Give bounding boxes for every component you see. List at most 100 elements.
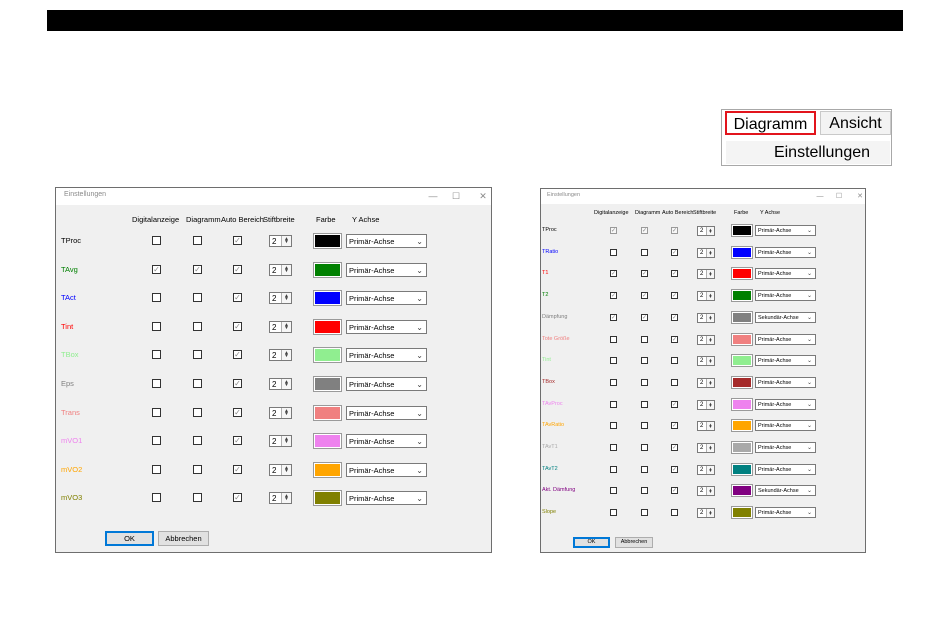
auto-checkbox[interactable]: ✓ (233, 293, 242, 302)
auto-checkbox[interactable]: ✓ (671, 401, 678, 408)
auto-checkbox[interactable]: ✓ (233, 493, 242, 502)
y-axis-select[interactable]: Primär-Achse ⌄ (346, 406, 427, 420)
auto-checkbox[interactable] (671, 357, 678, 364)
digital-checkbox[interactable] (610, 379, 617, 386)
chevron-down-icon[interactable]: ▼ (282, 297, 291, 302)
pen-width-stepper[interactable]: 2 ▲ ▼ (697, 226, 715, 236)
color-swatch[interactable] (731, 506, 753, 519)
y-axis-select[interactable]: Primär-Achse ⌄ (755, 507, 816, 518)
pen-width-stepper[interactable]: 2 ▲ ▼ (697, 269, 715, 279)
digital-checkbox[interactable] (152, 465, 161, 474)
auto-checkbox[interactable]: ✓ (233, 322, 242, 331)
chevron-down-icon[interactable]: ▼ (707, 230, 714, 234)
y-axis-select[interactable]: Primär-Achse ⌄ (346, 434, 427, 448)
digital-checkbox[interactable] (152, 436, 161, 445)
stepper-arrows[interactable]: ▲ ▼ (281, 408, 291, 418)
diagramm-checkbox[interactable] (193, 350, 202, 359)
color-swatch[interactable] (313, 376, 342, 392)
digital-checkbox[interactable]: ✓ (610, 314, 617, 321)
diagramm-checkbox[interactable] (193, 436, 202, 445)
diagramm-checkbox[interactable]: ✓ (641, 292, 648, 299)
diagramm-checkbox[interactable] (641, 336, 648, 343)
pen-width-stepper[interactable]: 2 ▲ ▼ (697, 486, 715, 496)
color-swatch[interactable] (731, 267, 753, 280)
diagramm-checkbox[interactable] (193, 408, 202, 417)
chevron-down-icon[interactable]: ▼ (707, 512, 714, 516)
stepper-arrows[interactable]: ▲ ▼ (281, 322, 291, 332)
diagramm-checkbox[interactable] (193, 493, 202, 502)
y-axis-select[interactable]: Primär-Achse ⌄ (755, 399, 816, 410)
digital-checkbox[interactable] (610, 401, 617, 408)
stepper-arrows[interactable]: ▲ ▼ (706, 336, 714, 344)
digital-checkbox[interactable] (152, 379, 161, 388)
digital-checkbox[interactable] (610, 422, 617, 429)
digital-checkbox[interactable] (152, 408, 161, 417)
auto-checkbox[interactable]: ✓ (233, 408, 242, 417)
ok-button[interactable]: OK (573, 537, 610, 548)
digital-checkbox[interactable] (610, 487, 617, 494)
auto-checkbox[interactable]: ✓ (233, 350, 242, 359)
digital-checkbox[interactable]: ✓ (610, 270, 617, 277)
stepper-arrows[interactable]: ▲ ▼ (706, 357, 714, 365)
chevron-down-icon[interactable]: ▼ (707, 469, 714, 473)
y-axis-select[interactable]: Primär-Achse ⌄ (755, 247, 816, 258)
stepper-arrows[interactable]: ▲ ▼ (706, 292, 714, 300)
y-axis-select[interactable]: Sekundär-Achse ⌄ (755, 485, 816, 496)
diagramm-checkbox[interactable] (193, 379, 202, 388)
pen-width-stepper[interactable]: 2 ▲ ▼ (269, 235, 292, 247)
auto-checkbox[interactable] (671, 379, 678, 386)
stepper-arrows[interactable]: ▲ ▼ (706, 379, 714, 387)
auto-checkbox[interactable] (671, 509, 678, 516)
stepper-arrows[interactable]: ▲ ▼ (706, 444, 714, 452)
color-swatch[interactable] (731, 311, 753, 324)
color-swatch[interactable] (731, 333, 753, 346)
close-button[interactable]: ✕ (474, 188, 491, 205)
diagramm-checkbox[interactable] (641, 487, 648, 494)
pen-width-stepper[interactable]: 2 ▲ ▼ (697, 335, 715, 345)
y-axis-select[interactable]: Primär-Achse ⌄ (346, 320, 427, 334)
stepper-arrows[interactable]: ▲ ▼ (281, 236, 291, 246)
stepper-arrows[interactable]: ▲ ▼ (706, 314, 714, 322)
pen-width-stepper[interactable]: 2 ▲ ▼ (269, 378, 292, 390)
stepper-arrows[interactable]: ▲ ▼ (281, 293, 291, 303)
color-swatch[interactable] (313, 462, 342, 478)
close-button[interactable]: ✕ (853, 189, 865, 204)
diagramm-checkbox[interactable] (193, 293, 202, 302)
stepper-arrows[interactable]: ▲ ▼ (706, 487, 714, 495)
y-axis-select[interactable]: Primär-Achse ⌄ (346, 291, 427, 305)
y-axis-select[interactable]: Primär-Achse ⌄ (755, 290, 816, 301)
digital-checkbox[interactable] (152, 493, 161, 502)
color-swatch[interactable] (313, 319, 342, 335)
chevron-down-icon[interactable]: ▼ (707, 404, 714, 408)
color-swatch[interactable] (731, 419, 753, 432)
digital-checkbox[interactable] (152, 322, 161, 331)
auto-checkbox[interactable]: ✓ (671, 249, 678, 256)
digital-checkbox[interactable] (152, 293, 161, 302)
auto-checkbox[interactable]: ✓ (233, 436, 242, 445)
diagramm-checkbox[interactable] (641, 466, 648, 473)
maximize-button[interactable]: ☐ (447, 188, 465, 205)
tab-diagramm[interactable]: Diagramm (725, 111, 816, 135)
stepper-arrows[interactable]: ▲ ▼ (706, 509, 714, 517)
auto-checkbox[interactable]: ✓ (671, 270, 678, 277)
auto-checkbox[interactable]: ✓ (671, 422, 678, 429)
y-axis-select[interactable]: Primär-Achse ⌄ (755, 464, 816, 475)
stepper-arrows[interactable]: ▲ ▼ (281, 350, 291, 360)
diagramm-checkbox[interactable] (193, 465, 202, 474)
color-swatch[interactable] (313, 490, 342, 506)
digital-checkbox[interactable]: ✓ (152, 265, 161, 274)
chevron-down-icon[interactable]: ▼ (707, 382, 714, 386)
diagramm-checkbox[interactable] (641, 379, 648, 386)
pen-width-stepper[interactable]: 2 ▲ ▼ (697, 291, 715, 301)
chevron-down-icon[interactable]: ▼ (707, 490, 714, 494)
y-axis-select[interactable]: Sekundär-Achse ⌄ (755, 312, 816, 323)
stepper-arrows[interactable]: ▲ ▼ (281, 465, 291, 475)
chevron-down-icon[interactable]: ▼ (707, 252, 714, 256)
diagramm-checkbox[interactable] (641, 422, 648, 429)
digital-checkbox[interactable]: ✓ (610, 292, 617, 299)
minimize-button[interactable]: — (424, 188, 442, 205)
color-swatch[interactable] (731, 441, 753, 454)
pen-width-stepper[interactable]: 2 ▲ ▼ (697, 378, 715, 388)
chevron-down-icon[interactable]: ▼ (282, 326, 291, 331)
digital-checkbox[interactable] (610, 509, 617, 516)
